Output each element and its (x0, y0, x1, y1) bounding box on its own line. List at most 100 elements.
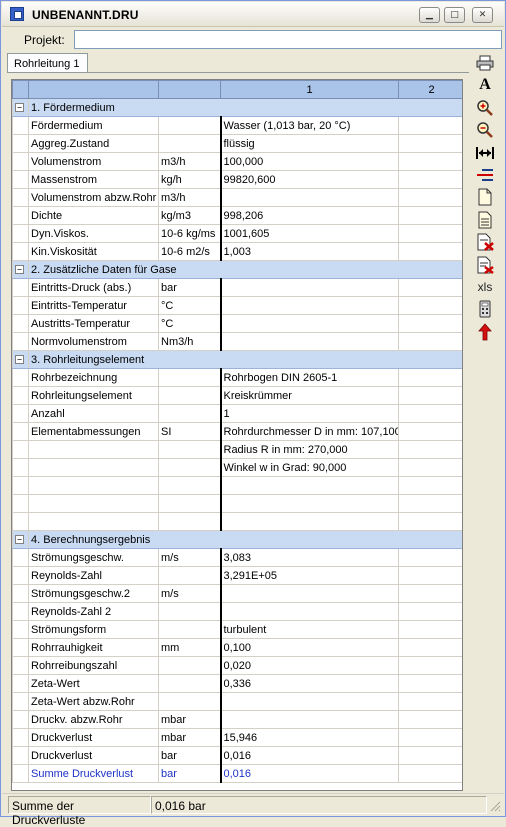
row-value-col2[interactable] (398, 242, 462, 261)
row-value-col2[interactable] (398, 728, 462, 747)
row-value-col2[interactable] (398, 548, 462, 567)
table-row[interactable]: Strömungsgeschw. m/s 3,083 (12, 548, 462, 567)
row-value-col1[interactable]: flüssig (219, 134, 399, 153)
row-value-col1[interactable] (219, 602, 399, 621)
row-value-col2[interactable] (398, 458, 462, 477)
collapse-minus-icon[interactable]: − (15, 103, 24, 113)
table-row[interactable]: Rohrbezeichnung Rohrbogen DIN 2605-1 (12, 368, 462, 387)
collapse-minus-icon[interactable]: − (15, 265, 24, 275)
collapse-minus-icon[interactable]: − (15, 535, 24, 545)
document-lines-icon[interactable] (475, 210, 495, 230)
row-value-col2[interactable] (398, 170, 462, 189)
table-row[interactable]: Radius R in mm: 270,000 (12, 440, 462, 459)
table-row[interactable]: Austritts-Temperatur °C (12, 314, 462, 333)
zoom-in-icon[interactable] (475, 98, 495, 118)
table-row[interactable]: Strömungsgeschw.2 m/s (12, 584, 462, 603)
table-row[interactable]: Zeta-Wert 0,336 (12, 674, 462, 693)
row-value-col2[interactable] (398, 188, 462, 207)
row-value-col2[interactable] (398, 710, 462, 729)
table-row[interactable] (12, 476, 462, 495)
row-value-col1[interactable] (219, 188, 399, 207)
insert-row-icon[interactable] (475, 165, 495, 185)
table-row[interactable]: Massenstrom kg/h 99820,600 (12, 170, 462, 189)
table-row[interactable]: Summe Druckverlust bar 0,016 (12, 764, 462, 783)
row-value-col1[interactable] (219, 278, 399, 297)
table-row[interactable] (12, 494, 462, 513)
row-value-col1[interactable]: Winkel w in Grad: 90,000 (219, 458, 399, 477)
table-row[interactable]: Normvolumenstrom Nm3/h (12, 332, 462, 351)
row-value-col1[interactable]: 0,016 (219, 764, 399, 783)
table-row[interactable]: Dyn.Viskos. 10-6 kg/ms 1001,605 (12, 224, 462, 243)
table-row[interactable]: Rohrrauhigkeit mm 0,100 (12, 638, 462, 657)
minimize-button[interactable]: ▁ (419, 7, 440, 23)
row-value-col2[interactable] (398, 278, 462, 297)
collapse-toggle[interactable]: − (12, 350, 29, 369)
project-input[interactable] (74, 30, 502, 49)
row-value-col2[interactable] (398, 764, 462, 783)
zoom-out-icon[interactable] (475, 120, 495, 140)
printer-icon[interactable] (475, 53, 495, 73)
table-row[interactable]: Eintritts-Temperatur °C (12, 296, 462, 315)
row-value-col2[interactable] (398, 512, 462, 531)
row-value-col1[interactable]: 1,003 (219, 242, 399, 261)
row-value-col1[interactable] (219, 512, 399, 531)
row-value-col1[interactable]: Wasser (1,013 bar, 20 °C) (219, 116, 399, 135)
maximize-button[interactable]: □ (444, 7, 465, 23)
table-row[interactable]: Volumenstrom abzw.Rohr m3/h (12, 188, 462, 207)
row-value-col2[interactable] (398, 314, 462, 333)
column-header[interactable] (158, 80, 221, 99)
row-value-col2[interactable] (398, 674, 462, 693)
row-value-col1[interactable]: 1001,605 (219, 224, 399, 243)
arrow-up-icon[interactable] (475, 322, 495, 342)
row-value-col1[interactable]: Rohrbogen DIN 2605-1 (219, 368, 399, 387)
table-row[interactable]: Dichte kg/m3 998,206 (12, 206, 462, 225)
font-icon[interactable]: A (475, 75, 495, 95)
row-value-col1[interactable]: Rohrdurchmesser D in mm: 107,100 (219, 422, 399, 441)
row-value-col1[interactable] (219, 332, 399, 351)
row-value-col1[interactable]: 998,206 (219, 206, 399, 225)
row-value-col1[interactable] (219, 692, 399, 711)
row-value-col1[interactable] (219, 584, 399, 603)
close-button[interactable]: ✕ (472, 7, 493, 23)
column-header[interactable]: 1 (220, 80, 399, 99)
table-row[interactable]: Reynolds-Zahl 3,291E+05 (12, 566, 462, 585)
row-value-col2[interactable] (398, 656, 462, 675)
row-value-col2[interactable] (398, 746, 462, 765)
table-row[interactable]: Anzahl 1 (12, 404, 462, 423)
section-header[interactable]: −2. Zusätzliche Daten für Gase (12, 260, 462, 279)
row-value-col2[interactable] (398, 692, 462, 711)
table-row[interactable]: Volumenstrom m3/h 100,000 (12, 152, 462, 171)
document-delete-icon[interactable] (475, 232, 495, 252)
collapse-toggle[interactable]: − (12, 260, 29, 279)
table-row[interactable]: Zeta-Wert abzw.Rohr (12, 692, 462, 711)
row-value-col1[interactable] (219, 314, 399, 333)
row-value-col2[interactable] (398, 440, 462, 459)
row-value-col1[interactable]: 3,083 (219, 548, 399, 567)
row-value-col2[interactable] (398, 332, 462, 351)
row-value-col2[interactable] (398, 602, 462, 621)
section-header[interactable]: −1. Fördermedium (12, 98, 462, 117)
row-value-col1[interactable]: Radius R in mm: 270,000 (219, 440, 399, 459)
table-row[interactable]: Fördermedium Wasser (1,013 bar, 20 °C) (12, 116, 462, 135)
row-value-col1[interactable]: 99820,600 (219, 170, 399, 189)
row-value-col2[interactable] (398, 404, 462, 423)
section-header[interactable]: −4. Berechnungsergebnis (12, 530, 462, 549)
row-value-col2[interactable] (398, 134, 462, 153)
tab-rohrleitung-1[interactable]: Rohrleitung 1 (7, 53, 88, 73)
section-header[interactable]: −3. Rohrleitungselement (12, 350, 462, 369)
row-value-col2[interactable] (398, 566, 462, 585)
row-value-col1[interactable]: 100,000 (219, 152, 399, 171)
row-value-col1[interactable] (219, 476, 399, 495)
row-value-col2[interactable] (398, 206, 462, 225)
row-value-col2[interactable] (398, 422, 462, 441)
title-bar[interactable]: UNBENANNT.DRU ▁ □ ✕ (2, 2, 504, 27)
table-row[interactable]: Elementabmessungen SI Rohrdurchmesser D in… (12, 422, 462, 441)
column-header[interactable] (12, 80, 29, 99)
table-row[interactable]: Reynolds-Zahl 2 (12, 602, 462, 621)
row-value-col2[interactable] (398, 620, 462, 639)
row-value-col1[interactable]: 0,020 (219, 656, 399, 675)
data-grid[interactable]: 1 2−1. Fördermedium Fördermedium Wasser (1,… (11, 79, 463, 791)
table-row[interactable]: Kin.Viskosität 10-6 m2/s 1,003 (12, 242, 462, 261)
row-value-col1[interactable]: turbulent (219, 620, 399, 639)
row-value-col2[interactable] (398, 296, 462, 315)
